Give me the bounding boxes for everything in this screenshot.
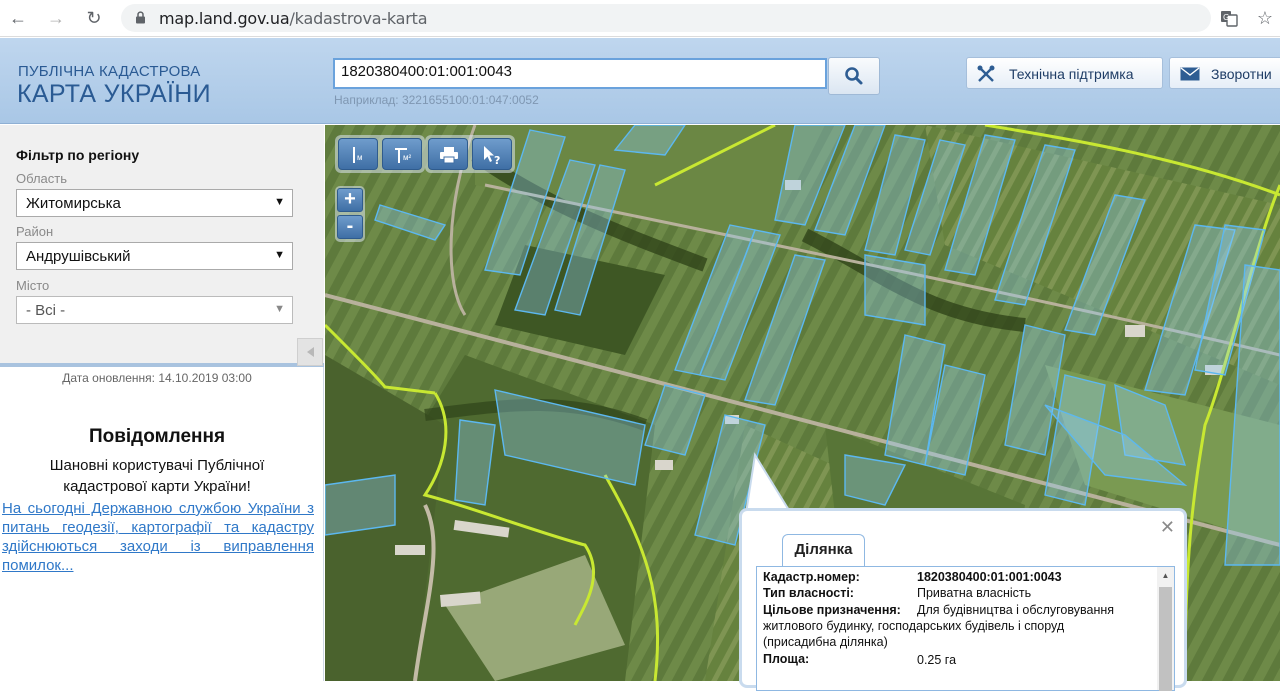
logo-line-2[interactable]: КАРТА УКРАЇНИ — [17, 80, 211, 109]
area-value: 0.25 га — [917, 653, 957, 667]
lock-icon — [136, 11, 145, 24]
search-button[interactable] — [828, 57, 880, 95]
purpose-value: Для будівництва і обслуговування — [917, 603, 1115, 617]
tab-parcel[interactable]: Ділянка — [782, 534, 865, 567]
address-bar[interactable]: map.land.gov.ua/kadastrova-karta — [121, 4, 1211, 32]
feedback-button[interactable]: Зворотни — [1169, 57, 1280, 89]
notice-text: Шановні користувачі Публічної кадастрово… — [49, 457, 265, 495]
scroll-up-icon[interactable]: ▲ — [1157, 569, 1174, 583]
sidebar: Фільтр по регіону Область Житомирська ▼ … — [0, 125, 324, 681]
close-icon[interactable]: ✕ — [1160, 517, 1175, 538]
district-select-value: Андрушівський — [26, 248, 131, 265]
dropdown-arrow-icon: ▼ — [274, 303, 285, 315]
feedback-label: Зворотни — [1211, 66, 1272, 82]
distance-unit: м — [357, 153, 363, 162]
search-hint: Наприклад: 3221655100:01:047:0052 — [334, 93, 539, 107]
region-select[interactable]: Житомирська ▼ — [16, 189, 293, 217]
bookmark-star-icon[interactable]: ☆ — [1253, 6, 1277, 30]
area-unit: м² — [403, 153, 412, 162]
dropdown-arrow-icon: ▼ — [274, 196, 285, 208]
popup-scrollbar[interactable]: ▲ — [1157, 567, 1174, 691]
tools-icon — [977, 65, 995, 82]
cadastral-number-value: 1820380400:01:001:0043 — [917, 570, 1062, 584]
region-filter-panel: Фільтр по регіону Область Житомирська ▼ … — [0, 125, 324, 367]
ownership-type-key: Тип власності: — [763, 586, 854, 600]
browser-toolbar: ← → ↻ map.land.gov.ua/kadastrova-karta G… — [0, 0, 1280, 37]
district-select[interactable]: Андрушівський ▼ — [16, 242, 293, 270]
zoom-controls: + - — [335, 186, 365, 242]
logo-line-1[interactable]: ПУБЛІЧНА КАДАСТРОВА — [18, 63, 200, 80]
svg-text:G: G — [1223, 13, 1229, 22]
parcel-details: Кадастр.номер: 1820380400:01:001:0043 Ти… — [756, 566, 1175, 691]
search-icon — [845, 67, 863, 85]
dropdown-arrow-icon: ▼ — [274, 249, 285, 261]
measure-distance-button[interactable]: м — [338, 138, 378, 170]
filter-title: Фільтр по регіону — [16, 147, 140, 163]
parcel-info-popup: ✕ Ділянка Кадастр.номер: 1820380400:01:0… — [739, 508, 1187, 691]
collapse-sidebar-button[interactable] — [297, 338, 323, 366]
region-label: Область — [16, 171, 68, 186]
region-select-value: Житомирська — [26, 195, 121, 212]
envelope-icon — [1180, 67, 1200, 81]
zoom-in-button[interactable]: + — [337, 188, 363, 212]
purpose-value-line-3: (присадибна ділянка) — [763, 635, 888, 649]
technical-support-button[interactable]: Технічна підтримка — [966, 57, 1163, 89]
print-button[interactable] — [428, 138, 468, 170]
area-key: Площа: — [763, 652, 810, 666]
collapse-arrow-icon — [307, 347, 314, 357]
update-date: Дата оновлення: 14.10.2019 03:00 — [62, 371, 252, 385]
cadastral-search-input[interactable]: 1820380400:01:001:0043 — [333, 58, 827, 89]
printer-icon — [440, 147, 458, 164]
measure-tools: м м² — [335, 135, 425, 173]
purpose-key: Цільове призначення: — [763, 603, 901, 617]
city-select[interactable]: - Всі - ▼ — [16, 296, 293, 324]
identify-button[interactable]: ? — [472, 138, 512, 170]
district-label: Район — [16, 224, 54, 239]
notice-link[interactable]: На сьогодні Державною службою України з … — [2, 499, 314, 575]
ownership-type-value: Приватна власність — [917, 586, 1032, 600]
measure-area-button[interactable]: м² — [382, 138, 422, 170]
site-header: ПУБЛІЧНА КАДАСТРОВА КАРТА УКРАЇНИ 182038… — [0, 38, 1280, 124]
back-icon[interactable]: ← — [6, 6, 30, 30]
purpose-value-line-2: житлового будинку, господарських будівел… — [763, 619, 1065, 633]
reload-icon[interactable]: ↻ — [82, 6, 106, 30]
forward-icon[interactable]: → — [44, 6, 68, 30]
city-select-value: - Всі - — [26, 302, 66, 319]
city-label: Місто — [16, 278, 50, 293]
url-domain: map.land.gov.ua — [159, 9, 290, 28]
map-actions: ? — [425, 135, 515, 173]
zoom-out-button[interactable]: - — [337, 215, 363, 239]
notice-title: Повідомлення — [88, 426, 226, 447]
translate-icon[interactable]: G — [1219, 8, 1239, 28]
scrollbar-thumb[interactable] — [1159, 587, 1172, 691]
url-path: /kadastrova-karta — [289, 9, 428, 28]
svg-text:?: ? — [494, 154, 500, 165]
cadastral-number-key: Кадастр.номер: — [763, 570, 860, 584]
technical-support-label: Технічна підтримка — [1009, 66, 1134, 82]
cursor-help-icon: ? — [484, 146, 500, 165]
